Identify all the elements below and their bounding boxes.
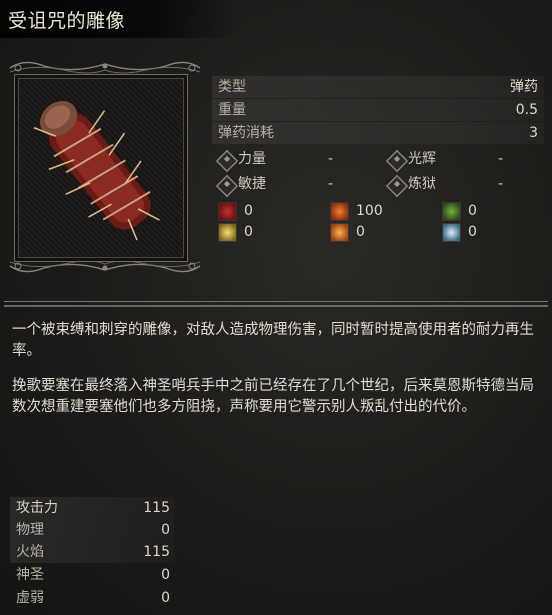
info-value: 0.5 <box>515 102 538 118</box>
requirement-inferno: 炼狱 - <box>385 173 546 198</box>
effect-value: 0 <box>468 224 477 240</box>
attack-value: 0 <box>161 522 170 538</box>
attack-label: 虚弱 <box>16 590 44 606</box>
section-divider <box>4 299 548 309</box>
requirement-value: - <box>498 151 504 167</box>
info-label: 弹药消耗 <box>218 125 274 141</box>
description-paragraph-2: 挽歌要塞在最终落入神圣哨兵手中之前已经存在了几个世纪，后来莫恩斯特德当局数次想重… <box>12 378 534 415</box>
burn-icon <box>330 223 349 242</box>
item-image-box <box>14 74 188 262</box>
bleed-icon <box>218 202 237 221</box>
poison-icon <box>442 202 461 221</box>
info-value: 3 <box>529 125 538 141</box>
effect-value: 0 <box>356 224 365 240</box>
title-bar: 受诅咒的雕像 <box>0 0 240 38</box>
fire-icon <box>330 202 349 221</box>
requirement-label: 炼狱 <box>408 176 436 192</box>
dexterity-icon <box>215 174 239 198</box>
inferno-icon <box>385 174 409 198</box>
item-title: 受诅咒的雕像 <box>8 10 126 32</box>
requirement-label: 敏捷 <box>238 176 266 192</box>
requirement-strength: 力量 - <box>215 148 376 173</box>
effect-value: 0 <box>468 203 477 219</box>
attack-row-frailty: 虚弱 0 <box>10 587 174 609</box>
attack-row-holy: 神圣 0 <box>10 564 174 586</box>
holy-icon <box>218 223 237 242</box>
cursed-statue-image <box>33 101 160 241</box>
attack-label: 神圣 <box>16 567 44 583</box>
requirement-radiance: 光辉 - <box>385 148 546 173</box>
radiance-icon <box>385 149 409 173</box>
item-tooltip-panel: 受诅咒的雕像 类型 弹药 重量 0.5 弹药消耗 3 力量 - 敏捷 - 光辉 … <box>0 0 552 615</box>
requirement-value: - <box>328 176 334 192</box>
attack-value: 0 <box>161 567 170 583</box>
requirement-label: 力量 <box>238 151 266 167</box>
effect-value: 100 <box>356 203 383 219</box>
attack-row-fire: 火焰 115 <box>10 541 174 563</box>
attack-power-header: 攻击力 115 <box>10 497 174 519</box>
info-row-ammo-cost: 弹药消耗 3 <box>212 122 544 144</box>
info-row-weight: 重量 0.5 <box>212 99 544 121</box>
frost-icon <box>442 223 461 242</box>
divider-line <box>4 301 548 302</box>
attack-value: 115 <box>143 500 170 516</box>
requirement-label: 光辉 <box>408 151 436 167</box>
attack-value: 115 <box>143 544 170 560</box>
effect-value: 0 <box>244 203 253 219</box>
attack-row-physical: 物理 0 <box>10 519 174 541</box>
strength-icon <box>215 149 239 173</box>
info-value: 弹药 <box>510 79 538 95</box>
effect-value: 0 <box>244 224 253 240</box>
attack-label: 火焰 <box>16 544 44 560</box>
attack-label: 攻击力 <box>16 500 58 516</box>
divider-line <box>4 305 548 307</box>
info-row-type: 类型 弹药 <box>212 76 544 98</box>
attack-label: 物理 <box>16 522 44 538</box>
info-label: 类型 <box>218 79 246 95</box>
requirement-dexterity: 敏捷 - <box>215 173 376 198</box>
info-label: 重量 <box>218 102 246 118</box>
description-paragraph-1: 一个被束缚和刺穿的雕像，对敌人造成物理伤害，同时暂时提高使用者的耐力再生率。 <box>12 322 534 359</box>
requirement-value: - <box>498 176 504 192</box>
item-image-frame <box>4 54 206 280</box>
attack-value: 0 <box>161 590 170 606</box>
requirement-value: - <box>328 151 334 167</box>
